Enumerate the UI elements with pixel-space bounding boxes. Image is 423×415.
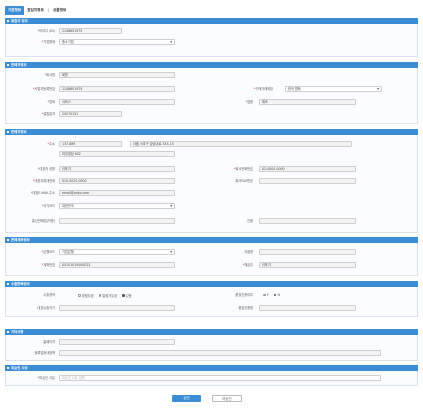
- section-body-member: *아이디 (ID) 1148601975 *기업형태 중소기업: [5, 24, 418, 57]
- export-exp-option-indirect[interactable]: 컬럼가무경: [98, 293, 117, 298]
- export-exp-option-none[interactable]: 경험무경: [78, 293, 94, 298]
- homepage-label: 홈페이지: [43, 340, 55, 344]
- account-label: *계좌번호: [41, 263, 55, 267]
- section-body-export: 수출경력 경험무경 컬럼가무경 있음 품질인증여부 Y N 대표수출국가 품질인…: [5, 287, 418, 317]
- homepage-field[interactable]: [59, 339, 175, 345]
- trade-select[interactable]: 한국 원화: [285, 86, 382, 92]
- founded-field[interactable]: 20070131: [59, 111, 122, 117]
- country-select[interactable]: 대한민국: [59, 203, 175, 209]
- section-marker-icon: [7, 20, 9, 22]
- certify-option-n[interactable]: N: [273, 293, 280, 297]
- founded-label: *설립일자: [41, 112, 55, 116]
- tab-basic-info[interactable]: 기본정보: [5, 6, 25, 15]
- quality-cert-field[interactable]: [259, 305, 356, 311]
- certify-option-y[interactable]: Y: [263, 293, 269, 297]
- bizno-label: *사업자등록번호: [32, 87, 55, 91]
- rep-country-field[interactable]: [59, 305, 175, 311]
- phone-label: *회사전화번호: [233, 167, 253, 171]
- bizno-field[interactable]: 1148601975: [59, 86, 175, 92]
- export-exp-label: 수출경력: [43, 293, 55, 297]
- bank-code-select[interactable]: 기업은행: [59, 249, 175, 255]
- section-title: 수출판촉정보: [11, 282, 30, 286]
- section-marker-icon: [7, 239, 9, 241]
- section-title: 기타사항: [11, 330, 24, 334]
- section-title: 판매계좌정보: [11, 238, 30, 242]
- section-body-approval: *미승인 사유 미승인 사유 입력: [5, 371, 418, 386]
- holder-field[interactable]: 이포가: [259, 262, 356, 268]
- address-label: *주소: [47, 142, 55, 146]
- phone-field[interactable]: 02-0000-0000: [259, 166, 356, 172]
- branch-label: 지점명: [244, 250, 253, 254]
- address-line2-field[interactable]: 미우빌딩 602: [59, 151, 175, 157]
- tab-location-info[interactable]: 참입지정보: [24, 6, 47, 15]
- company-type-select[interactable]: 중소기업: [59, 39, 175, 45]
- export-exp-option-yes[interactable]: 있음: [121, 293, 132, 298]
- item-label: *업종: [245, 100, 253, 104]
- cert-field[interactable]: [259, 218, 356, 224]
- section-body-etc: 홈페이지 등록업종내정책: [5, 335, 418, 361]
- section-title: 미승인 사유: [11, 366, 28, 370]
- approve-button[interactable]: 승인: [172, 395, 201, 402]
- section-body-bank: *은행코드 기업은행 지점명 *계좌번호 00101010000022 *예금주…: [5, 243, 418, 276]
- company-name-label: *회사명: [44, 73, 55, 77]
- section-title: 판매자정보: [11, 63, 27, 67]
- bank-code-label: *은행코드: [41, 250, 55, 254]
- reject-reason-input[interactable]: 미승인 사유 입력: [59, 375, 381, 381]
- tab-bar: 기본정보 참입지정보 | 상품정보: [5, 6, 69, 15]
- section-marker-icon: [7, 367, 9, 369]
- mobile-label: *대표자휴대전화: [32, 179, 55, 183]
- fax-field[interactable]: [259, 178, 356, 184]
- mailorder-label: 통신판매업(허용): [31, 219, 55, 223]
- holder-label: *예금주: [242, 263, 253, 267]
- rep-country-label: 대표수출국가: [37, 306, 55, 310]
- reject-reason-label: *미승인 사유: [37, 376, 55, 380]
- section-marker-icon: [7, 331, 9, 333]
- zipcode-field[interactable]: 137-889: [59, 141, 122, 147]
- section-marker-icon: [7, 131, 9, 133]
- account-field[interactable]: 00101010000022: [59, 262, 175, 268]
- country-label: *국가코드: [41, 204, 55, 208]
- id-field[interactable]: 1148601975: [59, 28, 122, 34]
- section-marker-icon: [7, 64, 9, 66]
- section-title: 회원자 정보: [11, 19, 28, 23]
- intro-label: 등록업종내정책: [34, 351, 55, 355]
- cert-label: 인증: [247, 219, 253, 223]
- tab-product-info[interactable]: 상품정보: [50, 6, 69, 15]
- industry-field[interactable]: 서비스: [59, 99, 175, 105]
- address-line1-field[interactable]: 서울 서초구 강남대로 343-15: [130, 141, 352, 147]
- ceo-name-field[interactable]: 이포가: [59, 166, 175, 172]
- certify-radio-group: Y N: [263, 292, 280, 298]
- item-field[interactable]: 제조: [259, 99, 356, 105]
- company-type-label: *기업형태: [41, 40, 55, 44]
- section-body-seller: *회사명 회원 *사업자등록번호 1148601975 *구매거래희망 한국 원…: [5, 68, 418, 124]
- email-field[interactable]: email@rudo.com: [59, 190, 175, 196]
- email-label: *대표E-MAIL주소: [30, 191, 55, 195]
- reject-button[interactable]: 미승인: [212, 395, 242, 402]
- mailorder-field[interactable]: [59, 218, 175, 224]
- id-label: *아이디 (ID): [37, 29, 55, 33]
- branch-field[interactable]: [259, 249, 356, 255]
- ceo-name-label: *대표자 성명: [37, 167, 55, 171]
- section-body-seller-contact: *주소 137-889 서울 서초구 강남대로 343-15 미우빌딩 602 …: [5, 135, 418, 233]
- quality-cert-label: 품질인증명: [238, 306, 253, 310]
- certify-label: 품질인증여부: [235, 293, 253, 297]
- export-exp-radio-group: 경험무경 컬럼가무경 있음: [78, 292, 132, 298]
- fax-label: 회사FAX번호: [235, 179, 253, 183]
- industry-label: *업태: [47, 100, 55, 104]
- section-marker-icon: [7, 283, 9, 285]
- intro-field[interactable]: [59, 350, 381, 356]
- section-title: 판매자정보: [11, 130, 27, 134]
- mobile-field[interactable]: 010-0020-0000: [59, 178, 175, 184]
- trade-label: *구매거래희망: [253, 87, 273, 91]
- company-name-field[interactable]: 회원: [59, 72, 175, 78]
